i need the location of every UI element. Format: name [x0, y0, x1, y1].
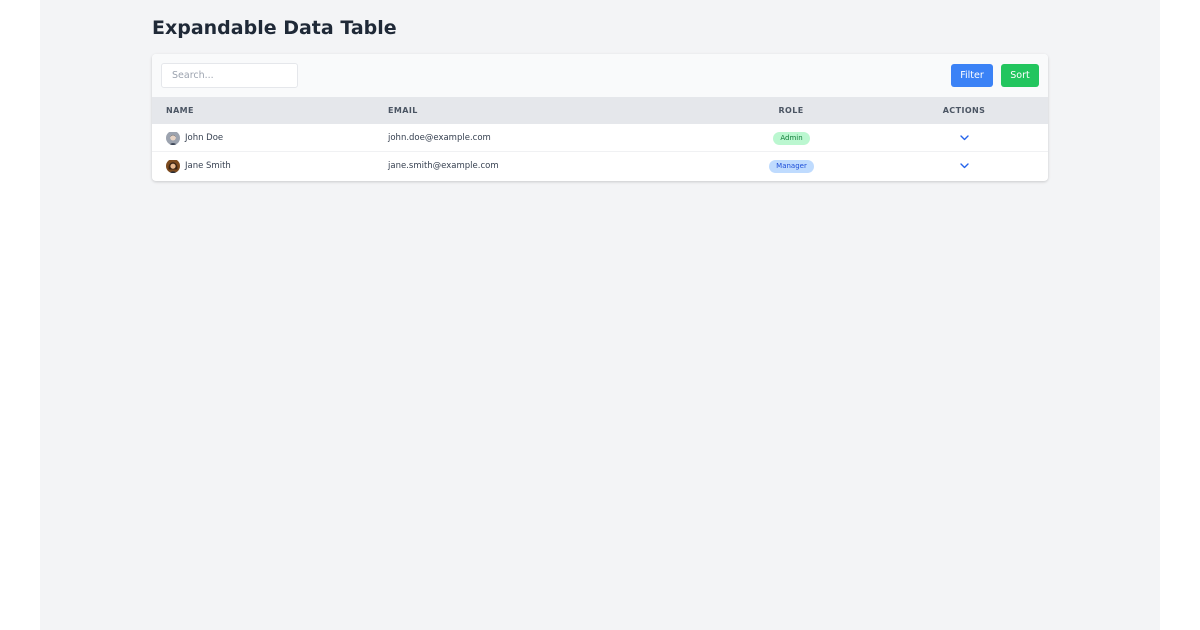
expand-row-button[interactable] — [957, 159, 971, 173]
cell-email: jane.smith@example.com — [388, 161, 499, 171]
user-avatar-icon — [166, 132, 180, 145]
role-badge: Admin — [773, 132, 810, 145]
page-title: Expandable Data Table — [152, 17, 397, 39]
table-row[interactable]: John Doe john.doe@example.com Admin — [152, 124, 1048, 152]
column-header-actions: ACTIONS — [942, 106, 986, 115]
user-avatar-icon — [166, 160, 180, 173]
expand-row-button[interactable] — [957, 131, 971, 145]
table-header: NAME EMAIL ROLE ACTIONS — [152, 97, 1048, 124]
filter-button[interactable]: Filter — [951, 64, 993, 87]
table-row[interactable]: Jane Smith jane.smith@example.com Manage… — [152, 152, 1048, 180]
chevron-down-icon — [959, 163, 969, 169]
avatar — [166, 159, 180, 173]
page-background: Expandable Data Table Filter Sort NAME E… — [40, 0, 1160, 630]
table-toolbar: Filter Sort — [152, 54, 1048, 97]
search-input[interactable] — [161, 63, 298, 88]
cell-name: Jane Smith — [185, 161, 231, 171]
sort-button[interactable]: Sort — [1001, 64, 1039, 87]
chevron-down-icon — [959, 135, 969, 141]
data-table-card: Filter Sort NAME EMAIL ROLE ACTIONS — [152, 54, 1048, 181]
role-badge: Manager — [769, 160, 814, 173]
avatar — [166, 131, 180, 145]
cell-name: John Doe — [185, 133, 224, 143]
column-header-email[interactable]: EMAIL — [388, 97, 418, 124]
column-header-role[interactable]: ROLE — [751, 97, 831, 124]
cell-email: john.doe@example.com — [388, 133, 491, 143]
column-header-name[interactable]: NAME — [166, 97, 194, 124]
